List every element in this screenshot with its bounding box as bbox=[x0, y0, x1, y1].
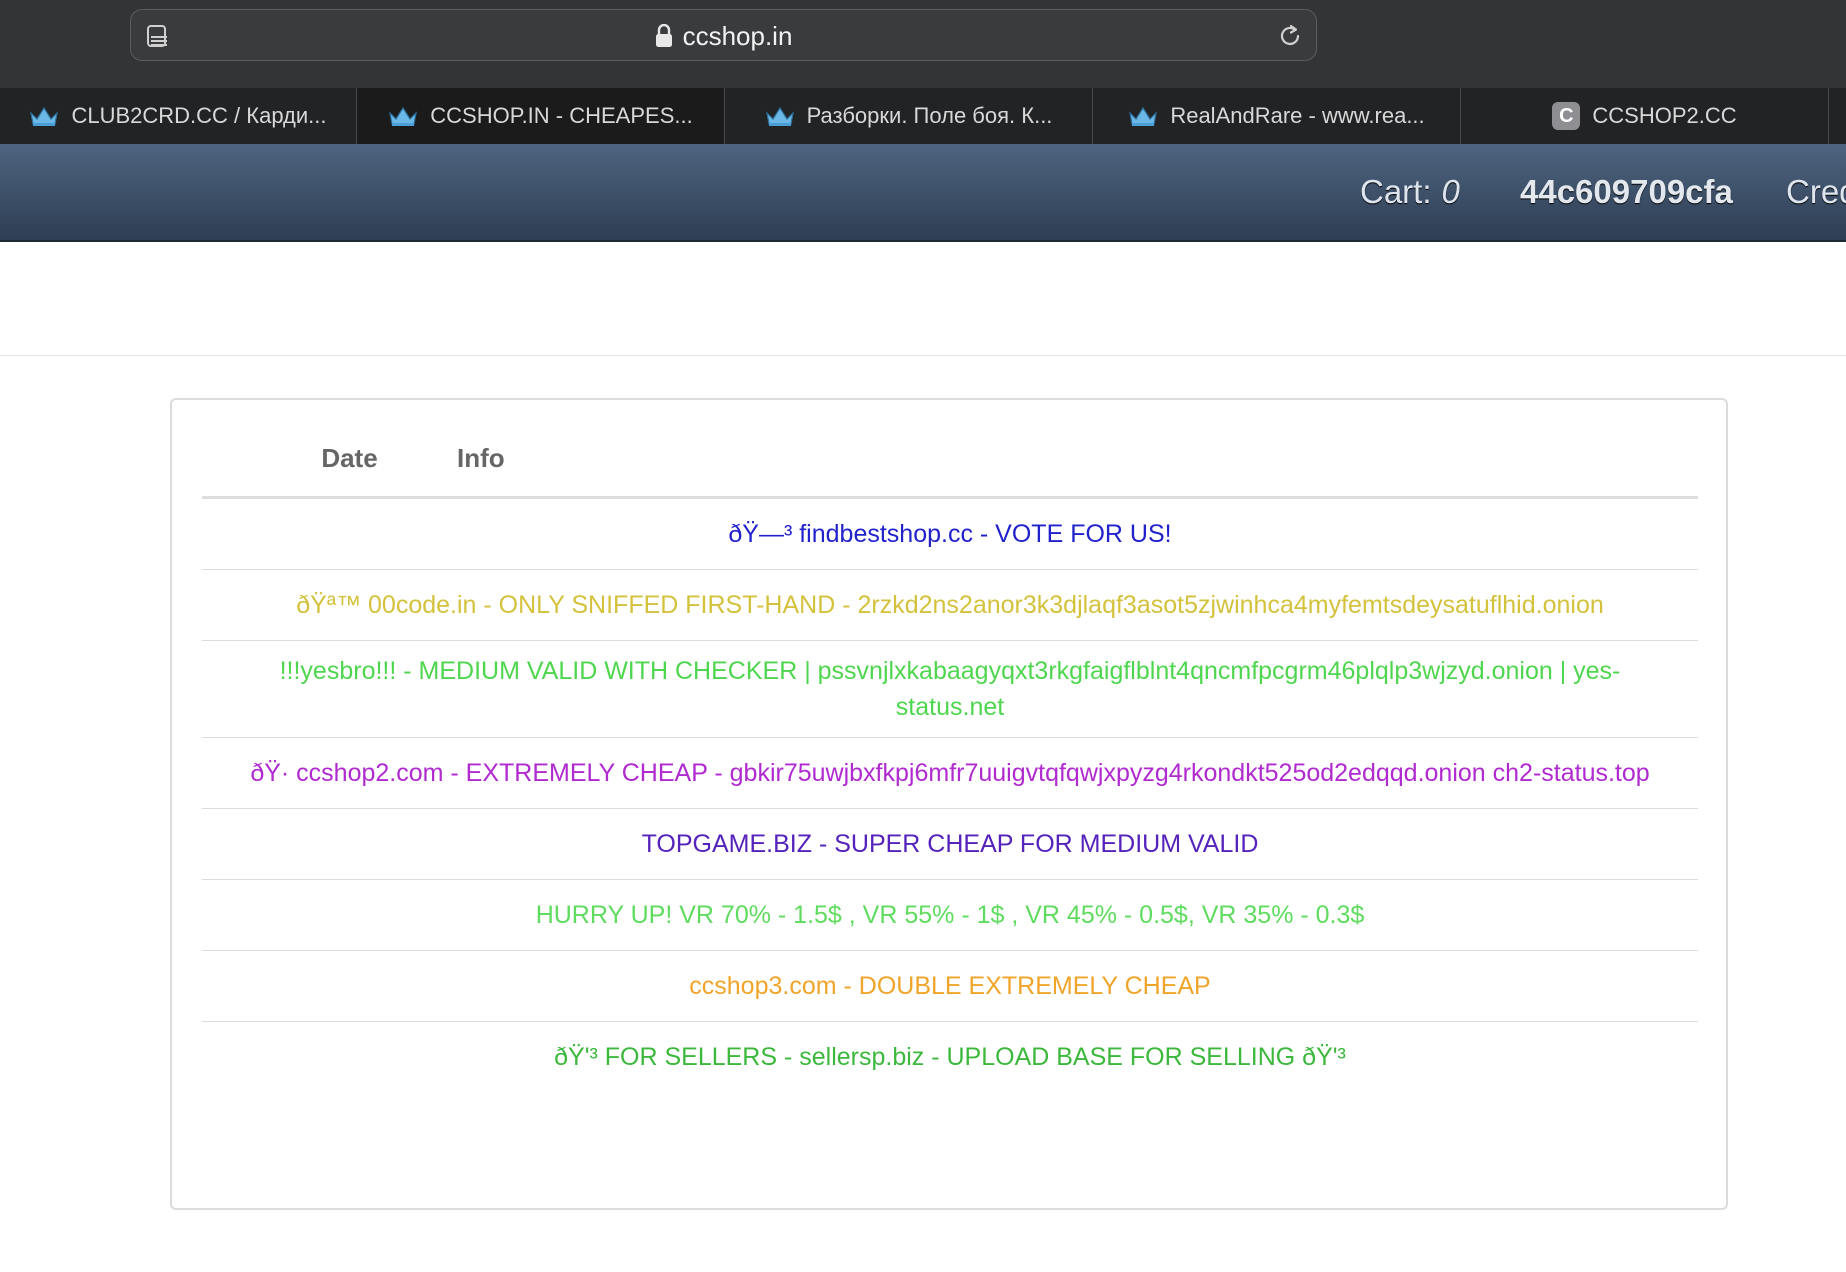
url-text: ccshop.in bbox=[682, 20, 793, 51]
table-row: ðŸ'³ FOR SELLERS - sellersp.biz - UPLOAD… bbox=[202, 1022, 1698, 1093]
crown-icon bbox=[1129, 106, 1158, 126]
table-row: TOPGAME.BIZ - SUPER CHEAP FOR MEDIUM VAL… bbox=[202, 808, 1698, 880]
news-info-cell: TOPGAME.BIZ - SUPER CHEAP FOR MEDIUM VAL… bbox=[202, 808, 1698, 880]
credit-link[interactable]: Cred bbox=[1786, 144, 1846, 240]
crown-icon bbox=[30, 106, 59, 126]
news-info-cell: !!!yesbro!!! - MEDIUM VALID WITH CHECKER… bbox=[202, 640, 1698, 738]
tab-label: CCSHOP2.CC bbox=[1592, 103, 1737, 128]
tab-razborki[interactable]: Разборки. Поле боя. К... bbox=[725, 88, 1093, 144]
table-header-row: Date Info bbox=[202, 420, 1698, 499]
news-info-cell: HURRY UP! VR 70% - 1.5$ , VR 55% - 1$ , … bbox=[202, 879, 1698, 951]
tab-realandrare[interactable]: RealAndRare - www.rea... bbox=[1093, 88, 1461, 144]
cart-link[interactable]: Cart: 0 bbox=[1360, 144, 1460, 240]
table-row: ðŸ—³ findbestshop.cc - VOTE FOR US! bbox=[202, 497, 1698, 570]
table-row: ccshop3.com - DOUBLE EXTREMELY CHEAP bbox=[202, 950, 1698, 1022]
reload-icon[interactable] bbox=[1276, 22, 1304, 50]
table-row: ðŸª™ 00code.in - ONLY SNIFFED FIRST-HAND… bbox=[202, 569, 1698, 641]
table-row: ðŸ· ccshop2.com - EXTREMELY CHEAP - gbki… bbox=[202, 737, 1698, 809]
tab-label: Разборки. Поле боя. К... bbox=[806, 103, 1053, 128]
c-letter-icon: C bbox=[1552, 102, 1581, 130]
tab-club2crd[interactable]: CLUB2CRD.CC / Карди... bbox=[0, 88, 357, 144]
cart-label: Cart: bbox=[1360, 173, 1432, 210]
news-panel: Date Info ðŸ—³ findbestshop.cc - VOTE FO… bbox=[170, 398, 1728, 1210]
browser-toolbar: ccshop.in bbox=[0, 0, 1846, 88]
tab-label: CCSHOP.IN - CHEAPES... bbox=[430, 103, 693, 128]
tab-label: RealAndRare - www.rea... bbox=[1170, 103, 1425, 128]
table-row: HURRY UP! VR 70% - 1.5$ , VR 55% - 1$ , … bbox=[202, 879, 1698, 951]
crown-icon bbox=[389, 106, 418, 126]
table-row: !!!yesbro!!! - MEDIUM VALID WITH CHECKER… bbox=[202, 640, 1698, 738]
tab-label: CLUB2CRD.CC / Карди... bbox=[71, 103, 327, 128]
news-info-cell: ðŸ· ccshop2.com - EXTREMELY CHEAP - gbki… bbox=[202, 737, 1698, 809]
tab-ccshop-in[interactable]: CCSHOP.IN - CHEAPES... bbox=[357, 88, 725, 144]
column-header-date: Date bbox=[202, 420, 457, 499]
news-info-cell: ðŸ'³ FOR SELLERS - sellersp.biz - UPLOAD… bbox=[554, 1043, 1346, 1071]
cart-count: 0 bbox=[1441, 173, 1460, 210]
news-info-cell: ðŸ—³ findbestshop.cc - VOTE FOR US! bbox=[202, 497, 1698, 570]
crown-icon bbox=[765, 106, 794, 126]
lock-icon bbox=[655, 24, 672, 47]
news-info-cell: ccshop3.com - DOUBLE EXTREMELY CHEAP bbox=[202, 950, 1698, 1022]
header-divider bbox=[0, 355, 1846, 356]
news-info-cell: ðŸª™ 00code.in - ONLY SNIFFED FIRST-HAND… bbox=[202, 569, 1698, 641]
address-bar[interactable]: ccshop.in bbox=[130, 9, 1317, 61]
tab-bar: CLUB2CRD.CC / Карди... CCSHOP.IN - CHEAP… bbox=[0, 88, 1846, 144]
user-account-link[interactable]: 44c609709cfa bbox=[1520, 144, 1733, 240]
news-table: Date Info ðŸ—³ findbestshop.cc - VOTE FO… bbox=[202, 420, 1698, 1092]
column-header-info: Info bbox=[457, 420, 1698, 499]
tab-ccshop2[interactable]: C CCSHOP2.CC bbox=[1461, 88, 1829, 144]
site-header: Cart: 0 44c609709cfa Cred bbox=[0, 144, 1846, 242]
